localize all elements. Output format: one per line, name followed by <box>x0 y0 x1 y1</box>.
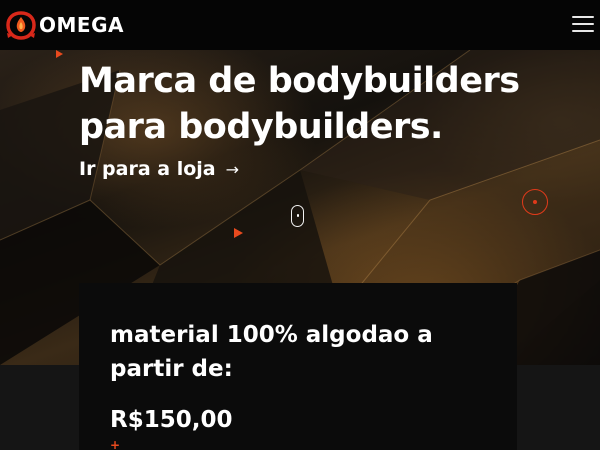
play-triangle-icon <box>234 228 243 238</box>
menu-line <box>572 16 594 18</box>
shop-link[interactable]: Ir para a loja → <box>79 158 239 180</box>
menu-line <box>572 30 594 32</box>
plus-icon: + <box>110 438 121 450</box>
hamburger-menu-icon[interactable] <box>572 14 594 34</box>
promo-price: R$150,00 <box>110 407 233 433</box>
hero-title: Marca de bodybuilders para bodybuilders. <box>79 61 520 147</box>
brand-name: OMEGA <box>39 13 124 37</box>
arrow-right-icon: → <box>225 159 240 179</box>
site-header: OMEGA <box>0 0 600 50</box>
promo-card: material 100% algodao a partir de: R$150… <box>79 283 517 450</box>
omega-flame-logo-icon <box>6 11 36 40</box>
shop-link-label: Ir para a loja <box>79 158 216 180</box>
menu-line <box>572 23 594 25</box>
target-circle-icon <box>522 189 548 215</box>
logo[interactable]: OMEGA <box>4 8 124 42</box>
scroll-mouse-icon[interactable] <box>291 205 304 227</box>
decorative-triangle <box>56 50 63 58</box>
promo-title: material 100% algodao a partir de: <box>110 322 433 382</box>
